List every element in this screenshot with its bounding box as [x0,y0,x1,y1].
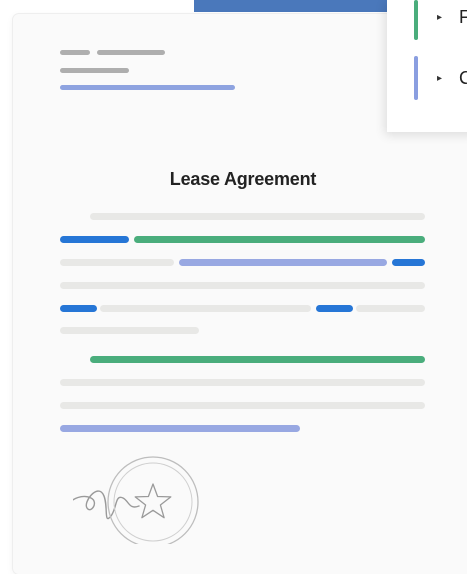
text-line [100,305,311,312]
popover-item[interactable]: ▸ C [387,56,467,100]
signature-scribble-icon [73,490,140,520]
header-line [60,50,90,55]
text-line [90,213,425,220]
star-icon [134,483,172,519]
highlight-lavender[interactable] [60,425,300,432]
document-title: Lease Agreement [169,169,317,189]
highlight-lavender[interactable] [179,259,387,266]
seal-inner-ring [113,462,193,542]
popover-item[interactable]: ▸ F [387,0,467,44]
accent-bar [414,56,418,100]
highlight-blue[interactable] [60,236,129,243]
highlight-blue[interactable] [60,305,97,312]
popover-item-label: C [459,68,467,88]
popover-item-label: F [459,7,467,27]
header-link-line [60,85,235,90]
top-header-strip [194,0,388,12]
text-line [60,379,425,386]
highlight-blue[interactable] [316,305,353,312]
caret-right-icon[interactable]: ▸ [437,12,442,23]
seal-outer-ring [107,456,199,544]
highlight-green[interactable] [90,356,425,363]
caret-right-icon[interactable]: ▸ [437,73,442,84]
accent-bar [414,0,418,40]
text-line [60,259,174,266]
text-line [60,282,425,289]
text-line [60,402,425,409]
text-line [60,327,199,334]
text-line [356,305,425,312]
comments-popover: ▸ F ▸ C [387,0,467,132]
signature-seal-icon [73,456,199,544]
header-line [97,50,165,55]
highlight-blue[interactable] [392,259,425,266]
highlight-green[interactable] [134,236,425,243]
header-line [60,68,129,73]
